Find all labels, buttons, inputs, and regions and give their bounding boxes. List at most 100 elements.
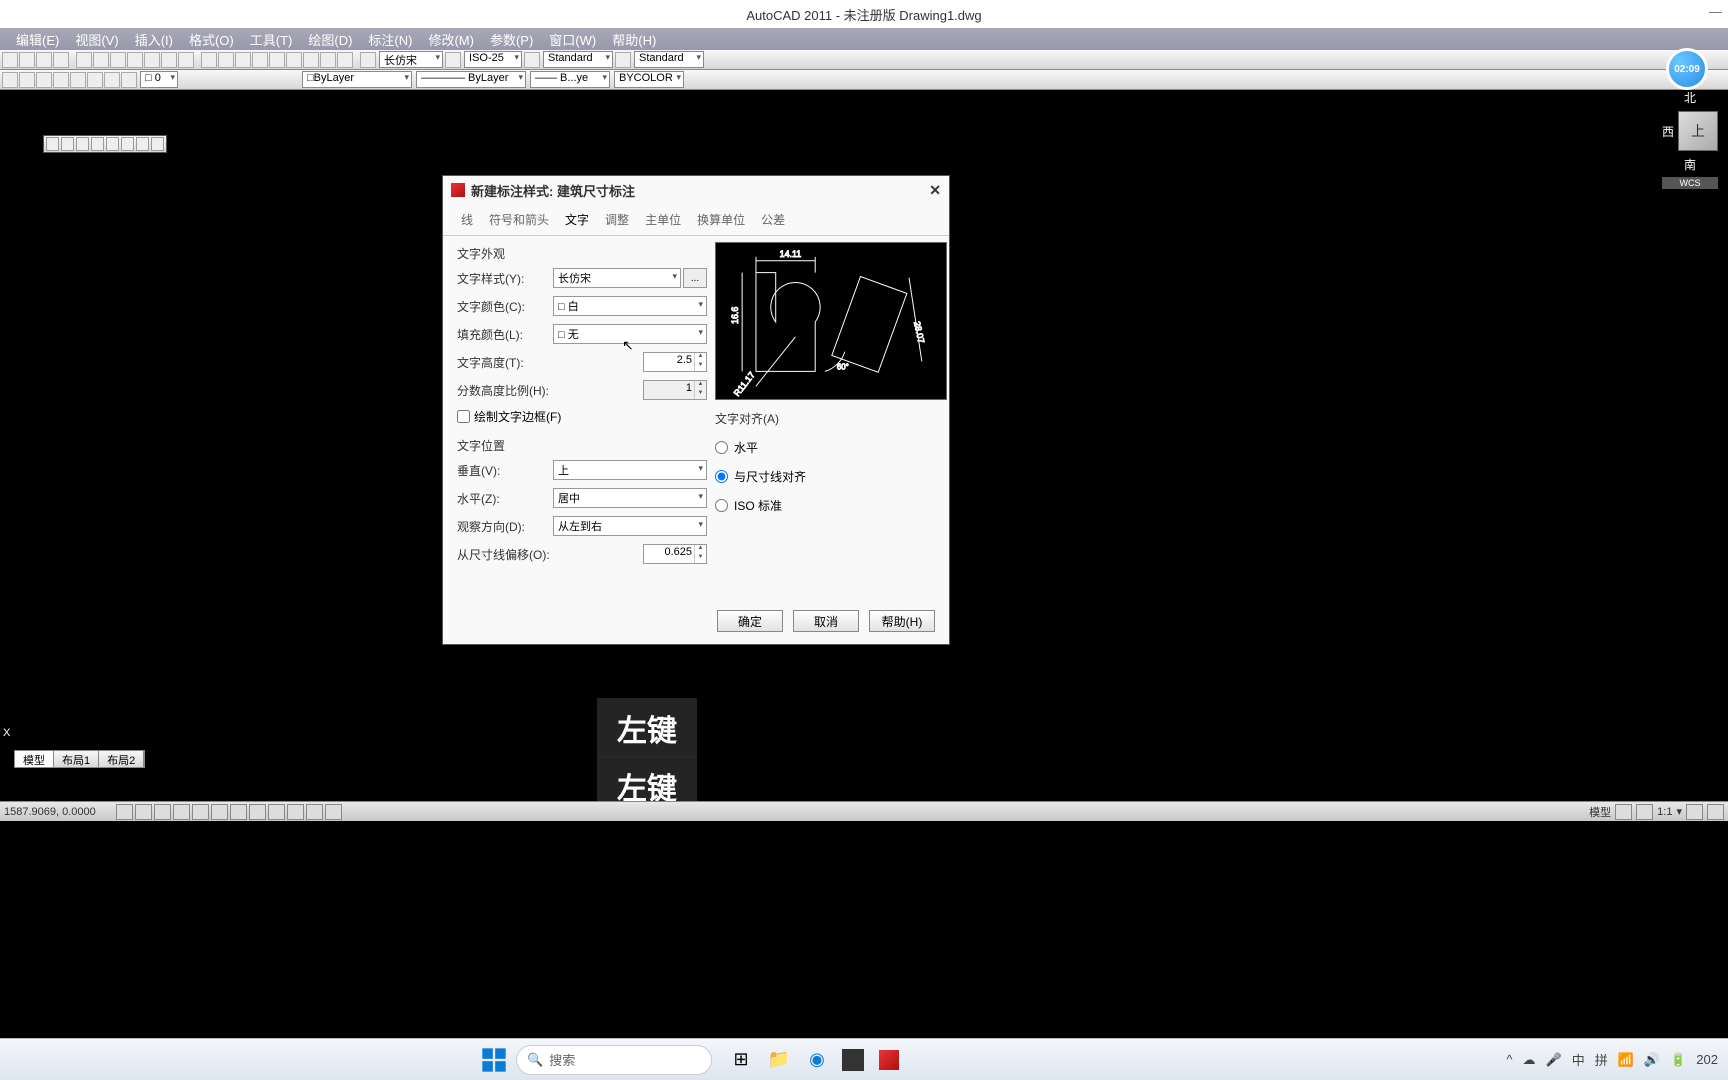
tool-icon[interactable] [445, 52, 461, 68]
nav-cube[interactable]: 北 西 上 南 WCS [1662, 88, 1718, 190]
tool-icon[interactable] [53, 72, 69, 88]
tool-icon[interactable] [19, 52, 35, 68]
tool-icon[interactable] [36, 72, 52, 88]
menu-window[interactable]: 窗口(W) [549, 30, 596, 49]
palette-icon[interactable] [61, 137, 74, 151]
close-icon[interactable]: ✕ [929, 182, 941, 199]
help-button[interactable]: 帮助(H) [869, 610, 935, 632]
layer-coord-dropdown[interactable]: □ 0 [140, 71, 178, 88]
tab-primary[interactable]: 主单位 [637, 206, 689, 235]
tool-icon[interactable] [235, 52, 251, 68]
align-dimline-radio[interactable]: 与尺寸线对齐 [715, 468, 947, 485]
tab-layout1[interactable]: 布局1 [54, 751, 99, 767]
palette-icon[interactable] [76, 137, 89, 151]
menu-dim[interactable]: 标注(N) [368, 30, 412, 49]
battery-icon[interactable]: 🔋 [1670, 1052, 1686, 1068]
palette-icon[interactable] [121, 137, 134, 151]
floating-palette[interactable] [43, 135, 167, 153]
status-icon[interactable] [1707, 804, 1724, 820]
text-height-spinner[interactable]: 2.5▲▼ [643, 352, 707, 372]
tool-icon[interactable] [201, 52, 217, 68]
menu-insert[interactable]: 插入(I) [135, 30, 173, 49]
palette-icon[interactable] [136, 137, 149, 151]
color-dropdown[interactable]: BYCOLOR [614, 71, 684, 88]
tool-icon[interactable] [615, 52, 631, 68]
ime-icon[interactable]: 中 [1572, 1050, 1585, 1069]
tab-line[interactable]: 线 [453, 206, 481, 235]
menu-draw[interactable]: 绘图(D) [308, 30, 352, 49]
view-dir-dropdown[interactable]: 从左到右 [553, 516, 707, 536]
tool-icon[interactable] [70, 72, 86, 88]
tool-icon[interactable] [2, 72, 18, 88]
status-toggle-icon[interactable] [230, 804, 247, 820]
align-horizontal-radio[interactable]: 水平 [715, 439, 947, 456]
nav-top-face[interactable]: 上 [1678, 111, 1718, 151]
text-frame-input[interactable] [457, 410, 470, 423]
tool-icon[interactable] [76, 52, 92, 68]
status-icon[interactable] [1686, 804, 1703, 820]
status-icon[interactable] [1615, 804, 1632, 820]
menu-help[interactable]: 帮助(H) [612, 30, 656, 49]
tool-icon[interactable] [161, 52, 177, 68]
offset-spinner[interactable]: 0.625▲▼ [643, 544, 707, 564]
status-scale[interactable]: 1:1 [1657, 806, 1672, 818]
tray-chevron-icon[interactable]: ^ [1506, 1052, 1512, 1067]
explorer-icon[interactable]: 📁 [766, 1047, 792, 1073]
status-toggle-icon[interactable] [249, 804, 266, 820]
tab-fit[interactable]: 调整 [597, 206, 637, 235]
tool-icon[interactable] [121, 72, 137, 88]
tab-tol[interactable]: 公差 [753, 206, 793, 235]
dim-style-dropdown[interactable]: 长仿宋 [379, 51, 443, 68]
fill-color-dropdown[interactable]: □ 无 [553, 324, 707, 344]
tool-icon[interactable] [269, 52, 285, 68]
menu-view[interactable]: 视图(V) [75, 30, 118, 49]
mic-icon[interactable]: 🎤 [1546, 1052, 1562, 1068]
fraction-scale-spinner[interactable]: 1▲▼ [643, 380, 707, 400]
tool-icon[interactable] [337, 52, 353, 68]
status-toggle-icon[interactable] [306, 804, 323, 820]
text-style-dropdown[interactable]: 长仿宋 [553, 268, 681, 288]
ok-button[interactable]: 确定 [717, 610, 783, 632]
tool-icon[interactable] [320, 52, 336, 68]
dim-tool-icon[interactable] [360, 52, 376, 68]
tool-icon[interactable] [2, 52, 18, 68]
dialog-titlebar[interactable]: 新建标注样式: 建筑尺寸标注 ✕ [443, 176, 949, 204]
status-chevron-icon[interactable]: ▾ [1676, 805, 1682, 818]
menu-edit[interactable]: 编辑(E) [16, 30, 59, 49]
tool-icon[interactable] [93, 52, 109, 68]
tool-icon[interactable] [110, 52, 126, 68]
layer-dropdown[interactable]: □ByLayer [302, 71, 412, 88]
edge-icon[interactable]: ◉ [804, 1047, 830, 1073]
minimize-icon[interactable]: — [1709, 4, 1722, 19]
status-model[interactable]: 模型 [1589, 804, 1611, 820]
tray-time[interactable]: 202 [1696, 1052, 1718, 1067]
status-toggle-icon[interactable] [135, 804, 152, 820]
text-style-more-button[interactable]: ... [683, 268, 707, 288]
wifi-icon[interactable]: 📶 [1618, 1052, 1634, 1068]
cloud-icon[interactable]: ☁ [1523, 1052, 1536, 1068]
tool-icon[interactable] [524, 52, 540, 68]
status-toggle-icon[interactable] [268, 804, 285, 820]
taskbar-search[interactable]: 🔍 搜索 [516, 1045, 712, 1075]
status-toggle-icon[interactable] [154, 804, 171, 820]
std2-dropdown[interactable]: Standard [634, 51, 704, 68]
tool-icon[interactable] [36, 52, 52, 68]
tool-icon[interactable] [144, 52, 160, 68]
iso-dropdown[interactable]: ISO-25 [464, 51, 522, 68]
tab-arrow[interactable]: 符号和箭头 [481, 206, 557, 235]
tool-icon[interactable] [286, 52, 302, 68]
cancel-button[interactable]: 取消 [793, 610, 859, 632]
tool-icon[interactable] [218, 52, 234, 68]
app-icon[interactable] [842, 1049, 864, 1071]
tool-icon[interactable] [53, 52, 69, 68]
menu-modify[interactable]: 修改(M) [428, 30, 474, 49]
start-button[interactable] [480, 1046, 508, 1074]
tab-alt[interactable]: 换算单位 [689, 206, 753, 235]
status-toggle-icon[interactable] [116, 804, 133, 820]
horizontal-dropdown[interactable]: 居中 [553, 488, 707, 508]
tool-icon[interactable] [252, 52, 268, 68]
tab-model[interactable]: 模型 [15, 751, 54, 767]
palette-icon[interactable] [91, 137, 104, 151]
palette-icon[interactable] [106, 137, 119, 151]
text-frame-checkbox[interactable]: 绘制文字边框(F) [457, 408, 707, 425]
